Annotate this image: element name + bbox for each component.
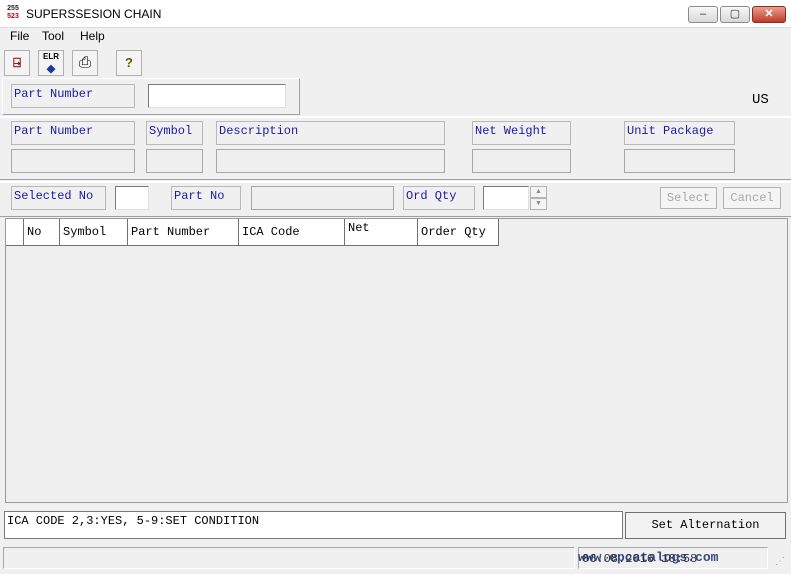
- eraser-clear-icon[interactable]: ELR ◆: [38, 50, 64, 76]
- search-part-number-input[interactable]: [148, 84, 286, 108]
- ord-qty-label: Ord Qty: [403, 186, 475, 210]
- cancel-button[interactable]: Cancel: [723, 187, 781, 209]
- menu-tool[interactable]: Tool: [42, 29, 64, 43]
- part-no-value: [251, 186, 394, 210]
- grid-column-header[interactable]: ICA Code: [239, 219, 345, 246]
- close-button[interactable]: ✕: [752, 6, 786, 23]
- detail-unit-package-label: Unit Package: [624, 121, 735, 145]
- eraser-shape-icon: ◆: [46, 63, 56, 75]
- ord-qty-down-arrow-icon[interactable]: ▼: [530, 198, 547, 210]
- search-part-number-label: Part Number: [11, 84, 135, 108]
- maximize-button[interactable]: ▢: [720, 6, 750, 23]
- grid-column-header[interactable]: Order Qty: [418, 219, 499, 246]
- detail-part-number-label: Part Number: [11, 121, 135, 145]
- toolbar: ⍈ ELR ◆ ⎙ ?: [0, 47, 791, 77]
- selected-no-input[interactable]: [115, 186, 149, 210]
- watermark: www.epcatalogs.com: [578, 550, 719, 565]
- region-label: US: [752, 92, 769, 108]
- app-icon-top: 255: [7, 5, 19, 12]
- detail-net-weight-label: Net Weight: [472, 121, 571, 145]
- ord-qty-input[interactable]: [483, 186, 529, 210]
- selected-no-label: Selected No: [11, 186, 106, 210]
- detail-unit-package-value: [624, 149, 735, 173]
- book-exit-icon[interactable]: ⍈: [4, 50, 30, 76]
- detail-description-value: [216, 149, 445, 173]
- part-no-label: Part No: [171, 186, 241, 210]
- grid-column-header[interactable]: Symbol: [60, 219, 128, 246]
- printer-icon[interactable]: ⎙: [72, 50, 98, 76]
- detail-symbol-value: [146, 149, 203, 173]
- ica-code-note: ICA CODE 2,3:YES, 5-9:SET CONDITION: [4, 511, 623, 539]
- grid-column-header[interactable]: Net: [345, 219, 418, 246]
- minimize-button[interactable]: ‒: [688, 6, 718, 23]
- detail-symbol-label: Symbol: [146, 121, 203, 145]
- grid-column-header[interactable]: No: [24, 219, 60, 246]
- detail-description-label: Description: [216, 121, 445, 145]
- app-icon: 255 523: [5, 5, 21, 23]
- status-pane-main: [3, 547, 575, 569]
- results-grid[interactable]: No Symbol Part Number ICA Code Net Order…: [5, 218, 788, 503]
- resize-grip-icon[interactable]: ⋰: [772, 554, 788, 570]
- title-bar: 255 523 SUPERSSESION CHAIN ‒ ▢ ✕: [0, 0, 791, 28]
- set-alternation-button[interactable]: Set Alternation: [625, 512, 786, 539]
- grid-column-header[interactable]: Part Number: [128, 219, 239, 246]
- select-button[interactable]: Select: [660, 187, 717, 209]
- eraser-clear-label: ELR: [43, 52, 59, 61]
- grid-row-header-corner: [6, 219, 24, 246]
- app-icon-bottom: 523: [7, 13, 19, 20]
- menu-bar: File Tool Help: [0, 28, 791, 46]
- ord-qty-up-arrow-icon[interactable]: ▲: [530, 186, 547, 198]
- menu-file[interactable]: File: [10, 29, 29, 43]
- detail-part-number-value: [11, 149, 135, 173]
- window-title: SUPERSSESION CHAIN: [26, 7, 162, 21]
- detail-net-weight-value: [472, 149, 571, 173]
- help-bulb-icon[interactable]: ?: [116, 50, 142, 76]
- menu-help[interactable]: Help: [80, 29, 105, 43]
